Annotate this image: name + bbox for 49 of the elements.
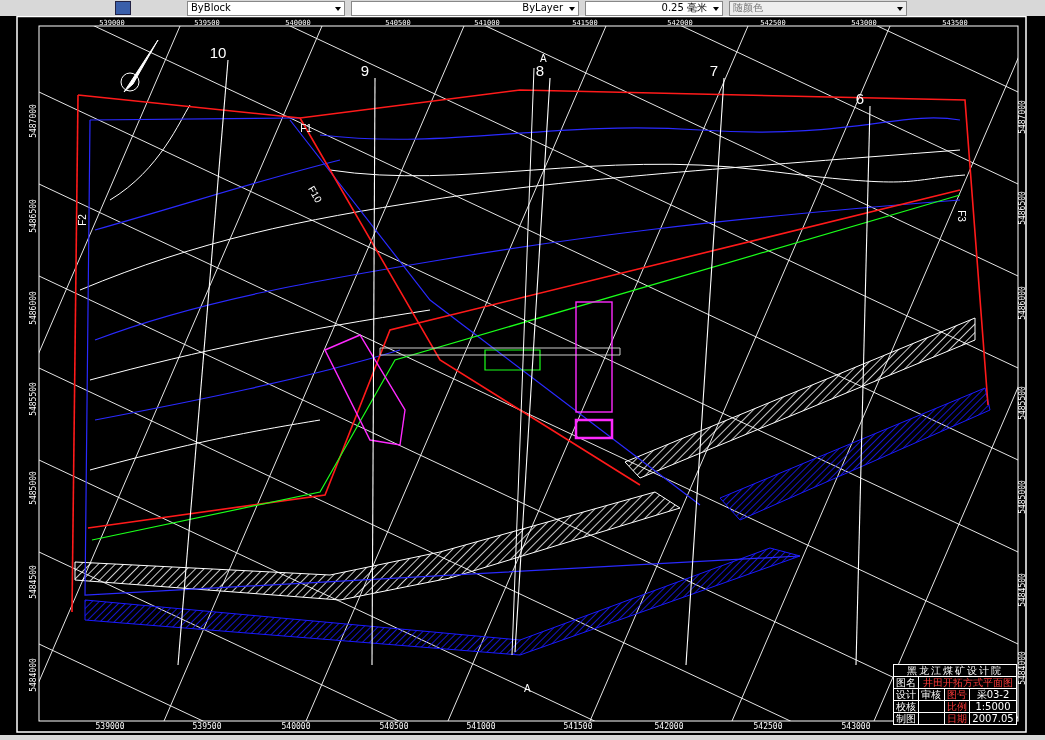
- coordinate-label: 5485000: [29, 471, 38, 505]
- dropdown[interactable]: 随颜色: [729, 1, 907, 16]
- dropdown[interactable]: ByBlock: [187, 1, 345, 16]
- coordinate-label: 540000: [281, 722, 311, 731]
- coordinate-label: 5484500: [1018, 573, 1027, 607]
- coordinate-label: 5487000: [1018, 100, 1027, 134]
- fault-label: F2: [77, 214, 88, 226]
- coordinate-label: 5487000: [29, 104, 38, 138]
- title-block-value: 审核: [918, 688, 945, 701]
- coordinate-label: 5486500: [29, 199, 38, 233]
- coordinate-label: 5484000: [1018, 651, 1027, 685]
- coordinate-label: 5486500: [1018, 191, 1027, 225]
- coordinate-label: 5485500: [1018, 386, 1027, 420]
- coordinate-label: 542500: [753, 722, 783, 731]
- coordinate-label: 5484000: [29, 658, 38, 692]
- coordinate-label: 5484500: [29, 565, 38, 599]
- title-block-label: 图号: [944, 688, 970, 701]
- dropdown[interactable]: 0.25 毫米: [585, 1, 723, 16]
- title-block-label: 校核: [893, 700, 919, 713]
- title-block-label: 日期: [944, 712, 970, 725]
- title-block-label: 比例: [944, 700, 970, 713]
- section-number: 8: [535, 62, 545, 79]
- profile-label: A: [524, 683, 531, 694]
- coordinate-label: 5485000: [1018, 480, 1027, 514]
- section-number: 7: [709, 62, 719, 79]
- dropdown[interactable]: ByLayer: [351, 1, 579, 16]
- section-number: 9: [360, 62, 370, 79]
- coordinate-label: 541500: [563, 722, 593, 731]
- fault-label: F10: [305, 184, 325, 205]
- coordinate-label: 5486000: [1018, 286, 1027, 320]
- drawing-title: 井田开拓方式平面图: [918, 676, 1017, 689]
- coordinate-label: 540500: [379, 722, 409, 731]
- title-block-label: 制图: [893, 712, 919, 725]
- coordinate-label: 5485500: [29, 382, 38, 416]
- coordinate-label: 539000: [95, 722, 125, 731]
- coordinate-label: 5486000: [29, 291, 38, 325]
- section-number: 10: [209, 44, 227, 61]
- coordinate-label: 542000: [654, 722, 684, 731]
- title-block-label: 图名: [893, 676, 919, 689]
- coordinate-label: 539500: [192, 722, 222, 731]
- fault-label: F3: [956, 210, 967, 222]
- title-block-value: 2007.05: [969, 712, 1017, 725]
- coordinate-label: 543000: [841, 722, 871, 731]
- profile-label: A: [540, 53, 547, 64]
- title-block-label: 设计: [893, 688, 919, 701]
- title-block-value: 1:5000: [969, 700, 1017, 713]
- organization-name: 黑龙江煤矿设计院: [893, 664, 1017, 677]
- title-block-value: 采03-2: [969, 688, 1017, 701]
- coordinate-label: 541000: [466, 722, 496, 731]
